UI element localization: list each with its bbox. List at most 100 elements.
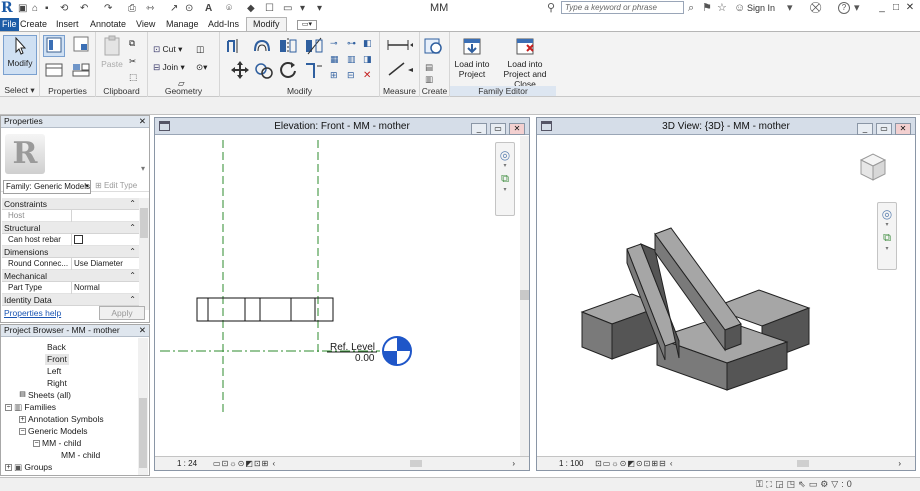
3d-restore-button[interactable]: ▭	[876, 123, 892, 135]
sign-in-link[interactable]: Sign In	[747, 3, 775, 13]
tab-add-ins[interactable]: Add-Ins	[208, 18, 239, 31]
trim-multiple-icon[interactable]: ⊟	[347, 70, 355, 81]
prop-row-round-connector[interactable]: Round Connec... Use Diameter	[2, 258, 139, 270]
browser-scroll-thumb[interactable]	[139, 398, 147, 468]
tree-item-annotation-symbols[interactable]: + Annotation Symbols	[19, 414, 104, 425]
nested-family-elevation[interactable]	[196, 297, 334, 322]
family-select[interactable]: Family: Generic Models	[3, 180, 91, 194]
cut-copy-icon[interactable]: ✂	[129, 56, 136, 67]
tree-item-right[interactable]: Right	[47, 378, 67, 389]
thin-lines-icon[interactable]: ☐	[265, 2, 274, 15]
group-dimensions[interactable]: Dimensions ⌃	[2, 246, 139, 258]
cut-geometry-button[interactable]: ⊡ Cut ▾	[153, 44, 182, 55]
qat-dropdown-icon[interactable]: ▾	[317, 2, 322, 15]
help-icon[interactable]: ?	[838, 2, 850, 14]
undo-icon[interactable]: ↶	[80, 2, 88, 15]
3d-hscroll-thumb[interactable]	[797, 460, 809, 467]
expand-groups-icon[interactable]: +	[5, 464, 12, 472]
trim-single-icon[interactable]: ⊞	[330, 70, 338, 81]
create-similar-icon[interactable]	[423, 37, 445, 57]
level-head-icon[interactable]	[382, 336, 412, 366]
3d-canvas[interactable]	[537, 136, 907, 456]
ref-level-name[interactable]: Ref. Level	[330, 342, 375, 353]
redo-icon[interactable]: ↷	[104, 2, 112, 15]
text-icon[interactable]: A	[205, 2, 212, 15]
split-face-icon[interactable]: ⊙▾	[196, 62, 207, 73]
ref-level-elevation[interactable]: 0.00	[355, 353, 374, 364]
zoom-dropdown-icon[interactable]: ▾	[496, 186, 514, 193]
properties-scroll-thumb[interactable]	[140, 208, 148, 238]
align-icon[interactable]	[226, 37, 246, 55]
switch-windows-icon[interactable]: ▾	[300, 2, 305, 15]
copy-element-icon[interactable]	[254, 62, 274, 80]
3d-minimize-button[interactable]: _	[857, 123, 873, 135]
group-identity-data[interactable]: Identity Data ⌃	[2, 294, 139, 306]
collapse-families-icon[interactable]: −	[5, 404, 12, 412]
tab-annotate[interactable]: Annotate	[90, 18, 126, 31]
elevation-minimize-button[interactable]: _	[471, 123, 487, 135]
scale-icon[interactable]: ▥	[347, 54, 356, 65]
expand-annotation-icon[interactable]: +	[19, 416, 26, 424]
3d-zoom-icon[interactable]: ⧉	[878, 232, 896, 245]
dimension-icon[interactable]: ↗	[170, 2, 178, 15]
tree-item-back[interactable]: Back	[47, 342, 66, 353]
rotate-icon[interactable]	[278, 60, 298, 80]
subscription-icon[interactable]: ⚑	[702, 1, 712, 15]
select-panel-label[interactable]: Select ▾	[0, 85, 39, 96]
unpin-icon[interactable]: ◨	[363, 54, 372, 65]
favorites-icon[interactable]: ☆	[717, 1, 727, 15]
group-mechanical[interactable]: Mechanical ⌃	[2, 270, 139, 282]
browser-close-icon[interactable]: ✕	[139, 325, 146, 336]
create-group-icon[interactable]: ▤	[425, 62, 433, 73]
browser-scrollbar[interactable]	[138, 338, 148, 475]
tree-item-generic-models[interactable]: − Generic Models	[19, 426, 88, 437]
3d-view-control-icons[interactable]: ⊡▭☼⊙◩⊙⊡⊞⊟ ‹	[595, 457, 674, 470]
close-button[interactable]: ✕	[898, 0, 920, 15]
cart-icon[interactable]: ⛒	[810, 1, 821, 15]
tag-icon[interactable]: ⊙	[185, 2, 193, 15]
split-gap-icon[interactable]: ⊶	[347, 38, 356, 49]
elevation-scroll-right-icon[interactable]: ›	[512, 457, 515, 470]
steering-wheel-icon[interactable]: ◎	[498, 148, 512, 162]
match-props-icon[interactable]: ⬚	[129, 72, 137, 83]
copy-icon[interactable]: ⧉	[129, 38, 135, 49]
properties-close-icon[interactable]: ✕	[139, 116, 146, 127]
delete-icon[interactable]: ✕	[363, 70, 371, 81]
group-constraints[interactable]: Constraints ⌃	[2, 198, 139, 210]
split-element-icon[interactable]: ⊸	[330, 38, 338, 49]
can-host-rebar-checkbox[interactable]	[74, 235, 83, 244]
elevation-vscroll-thumb[interactable]	[520, 290, 529, 300]
load-into-project-close-button[interactable]: Load into Project and Close	[496, 35, 554, 89]
elevation-canvas[interactable]	[155, 136, 515, 456]
save-icon[interactable]: ▪	[45, 2, 49, 15]
tree-item-mm-child-type[interactable]: MM - child	[61, 450, 100, 461]
help-dropdown-icon[interactable]: ▾	[854, 1, 860, 15]
section-icon[interactable]: ◆	[247, 2, 255, 15]
aligned-dimension-icon[interactable]	[386, 60, 414, 78]
3d-steering-wheel-icon[interactable]: ◎	[880, 207, 894, 221]
pin-icon[interactable]: ◧	[363, 38, 372, 49]
array-icon[interactable]: ▦	[330, 54, 339, 65]
contextual-tab-toggle-icon[interactable]: ▭▾	[297, 20, 317, 30]
modify-button[interactable]: Modify	[3, 35, 37, 75]
load-into-project-button[interactable]: Load into Project	[452, 35, 492, 83]
tab-insert[interactable]: Insert	[56, 18, 79, 31]
edit-type-button[interactable]: ⊞ Edit Type	[95, 181, 137, 190]
3d-scroll-right-icon[interactable]: ›	[898, 457, 901, 470]
tab-view[interactable]: View	[136, 18, 155, 31]
tab-file[interactable]: File	[0, 18, 19, 31]
move-icon[interactable]	[230, 60, 250, 80]
print-icon[interactable]: ⎙	[128, 2, 136, 15]
open-file-icon[interactable]: ⌂	[32, 2, 38, 15]
elevation-scale[interactable]: 1 : 24	[177, 457, 197, 470]
tree-item-mm-child[interactable]: − MM - child	[33, 438, 81, 449]
join-geometry-button[interactable]: ⊟ Join ▾	[153, 62, 185, 73]
type-properties-button[interactable]	[70, 35, 92, 57]
3d-zoom-dropdown-icon[interactable]: ▾	[878, 245, 896, 252]
prop-row-part-type[interactable]: Part Type Normal	[2, 282, 139, 294]
search-icon[interactable]: ⌕	[688, 1, 694, 15]
close-hidden-icon[interactable]: ▭	[283, 2, 292, 15]
type-dropdown-icon[interactable]: ▾	[141, 164, 145, 173]
trim-extend-icon[interactable]	[304, 62, 324, 80]
paste-button[interactable]: Paste	[99, 35, 125, 79]
